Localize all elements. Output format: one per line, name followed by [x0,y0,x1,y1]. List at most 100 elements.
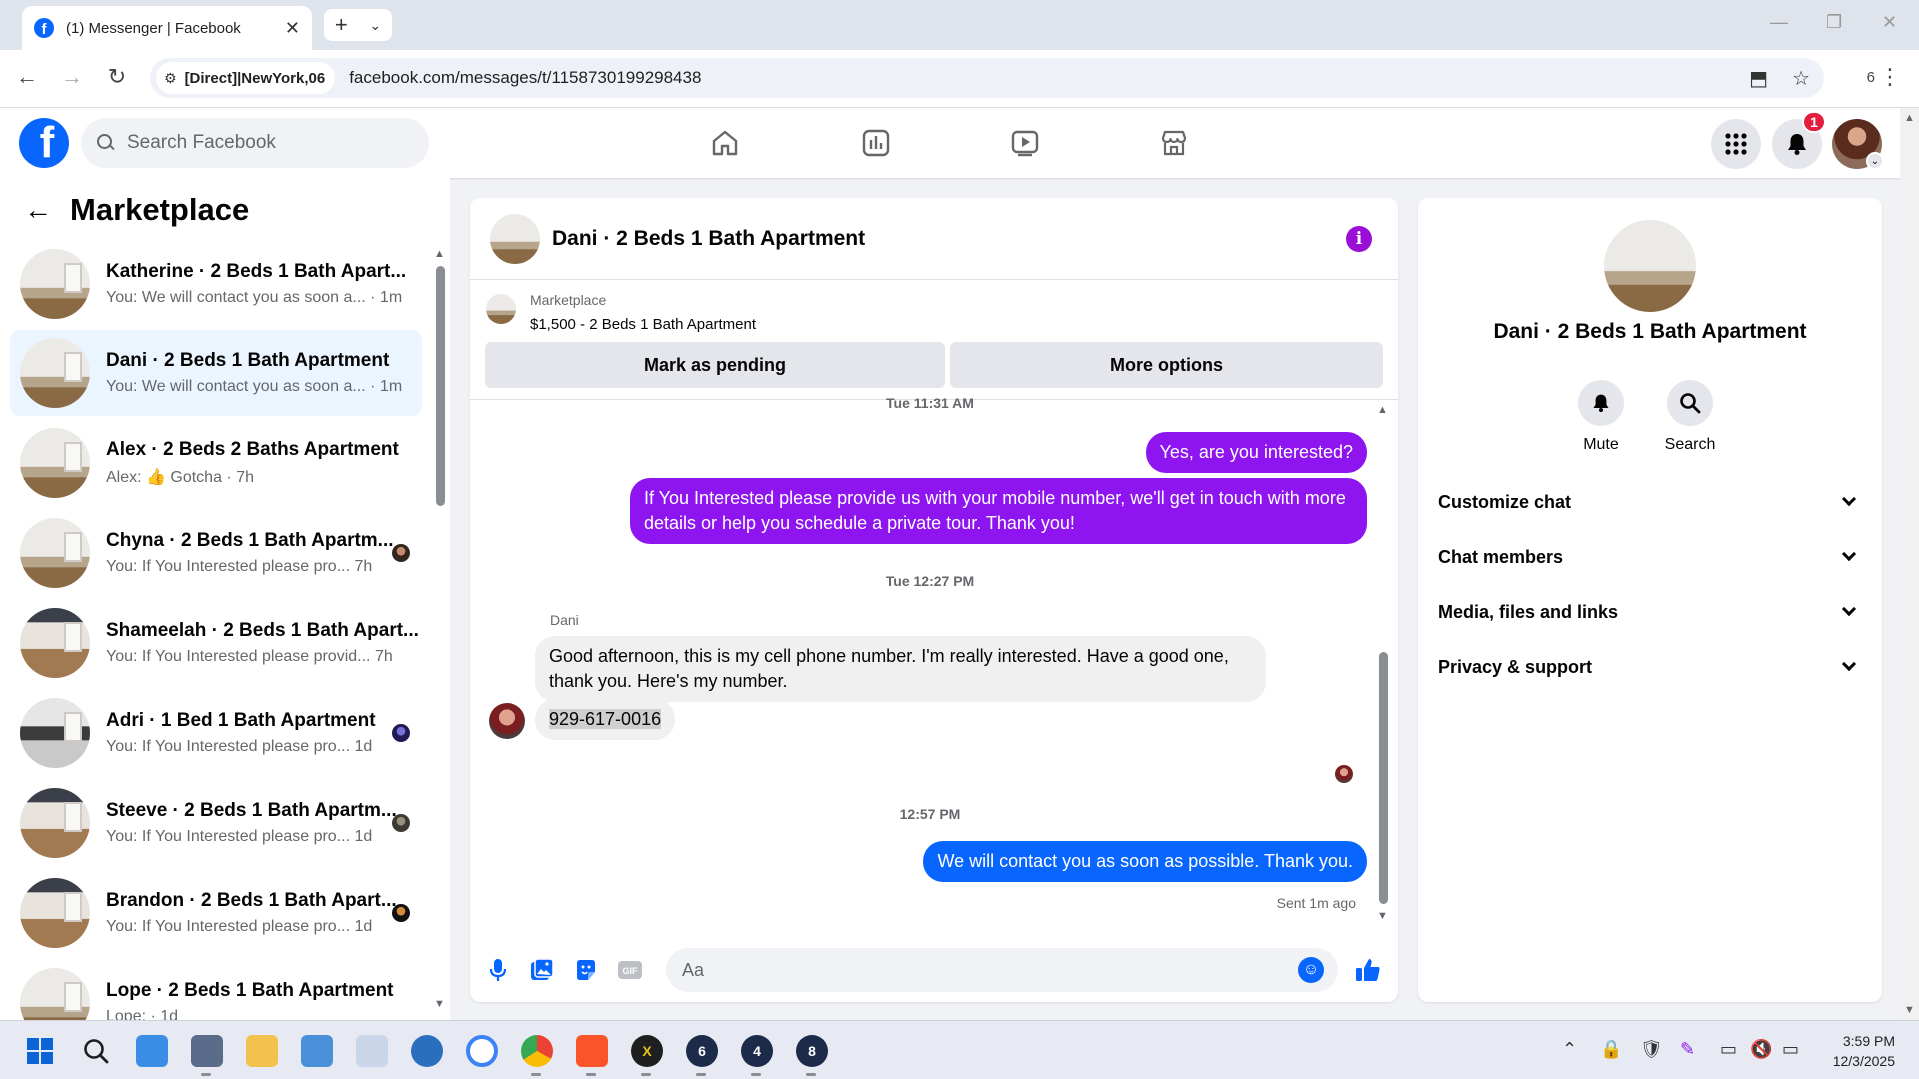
incoming-message[interactable]: Good afternoon, this is my cell phone nu… [535,636,1266,702]
incoming-message-phone[interactable]: 929-617-0016 [535,699,676,740]
app-monitor-icon[interactable] [136,1035,168,1067]
conversation-item[interactable]: Shameelah · 2 Beds 1 Bath Apart... You: … [10,600,422,686]
maximize-icon[interactable]: ❐ [1826,12,1842,33]
conversation-name: Alex · 2 Beds 2 Baths Apartment [106,439,399,460]
app-network-icon[interactable] [191,1035,223,1067]
chat-scrollbar[interactable]: ▲ ▼ [1377,404,1389,924]
tray-overflow-chevron-icon[interactable]: ⌃ [1562,1039,1577,1060]
system-clock[interactable]: 3:59 PM 12/3/2025 [1833,1031,1895,1071]
close-tab-icon[interactable]: ✕ [285,18,300,39]
scroll-up-arrow-icon[interactable]: ▲ [1904,112,1915,124]
chat-members-row[interactable]: Chat members [1438,537,1862,577]
scroll-down-arrow-icon[interactable]: ▼ [434,998,445,1010]
app-badge-icon-8[interactable]: 8 [796,1035,828,1067]
more-options-button[interactable]: More options [950,342,1383,388]
windows-start-icon[interactable] [24,1035,56,1067]
scroll-up-arrow-icon[interactable]: ▲ [434,248,445,260]
sticker-icon[interactable] [572,956,600,984]
new-tab-icon[interactable]: + [335,12,348,38]
site-info-chip[interactable]: ⚙ [Direct]|NewYork,06 [156,62,336,94]
media-files-links-row[interactable]: Media, files and links [1438,592,1862,632]
mute-action[interactable]: Mute [1561,380,1641,454]
conversation-item[interactable]: Adri · 1 Bed 1 Bath Apartment You: If Yo… [10,690,422,776]
info-icon[interactable]: i [1346,226,1372,252]
gif-icon[interactable]: GIF [616,956,644,984]
conversation-item[interactable]: Katherine · 2 Beds 1 Bath Apart... You: … [10,241,422,327]
brave-icon[interactable] [576,1035,608,1067]
file-explorer-icon[interactable] [246,1035,278,1067]
minimize-icon[interactable]: — [1770,12,1788,33]
photo-icon[interactable] [528,956,556,984]
search-action[interactable]: Search [1650,380,1730,454]
message-input[interactable]: Aa ☺ [666,948,1338,992]
page-scrollbar[interactable]: ▲ ▼ [1900,108,1919,1020]
menu-grid-icon[interactable] [1711,119,1761,169]
outgoing-message[interactable]: We will contact you as soon as possible.… [923,841,1367,882]
microphone-icon[interactable] [484,956,512,984]
outgoing-message[interactable]: Yes, are you interested? [1145,432,1367,473]
close-window-icon[interactable]: ✕ [1882,12,1897,33]
chat-title[interactable]: Dani · 2 Beds 1 Bath Apartment [552,227,865,251]
home-icon[interactable] [708,126,742,160]
listing-price-title[interactable]: $1,500 - 2 Beds 1 Bath Apartment [530,316,756,333]
conversation-item-active[interactable]: Dani · 2 Beds 1 Bath Apartment You: We w… [10,330,422,416]
emoji-icon[interactable]: ☺ [1298,957,1324,983]
running-indicator [696,1073,706,1076]
search-icon[interactable] [1667,380,1713,426]
conversation-item[interactable]: Lope · 2 Beds 1 Bath Apartment Lope: · 1… [10,960,422,1020]
chat-listing-thumbnail[interactable] [490,213,540,264]
forward-arrow-icon[interactable]: → [57,64,87,90]
phone-number-text[interactable]: 929-617-0016 [549,709,662,729]
conversation-item[interactable]: Chyna · 2 Beds 1 Bath Apartm... You: If … [10,510,422,596]
outgoing-message[interactable]: If You Interested please provide us with… [630,478,1367,544]
volume-muted-icon[interactable]: 🔇 [1750,1039,1772,1060]
tray-shield-icon[interactable]: 🛡 [1640,1039,1663,1060]
tray-pen-icon[interactable]: ✎ [1680,1039,1695,1060]
video-icon[interactable] [1008,126,1042,160]
scroll-up-arrow-icon[interactable]: ▲ [1377,404,1388,416]
url-text[interactable]: facebook.com/messages/t/1158730199298438 [349,68,701,88]
feeds-icon[interactable] [859,126,893,160]
extension-count[interactable]: 6 [1867,69,1875,86]
privacy-support-row[interactable]: Privacy & support [1438,647,1862,687]
bell-icon[interactable] [1578,380,1624,426]
like-thumbs-up-icon[interactable] [1354,956,1382,984]
marketplace-icon[interactable] [1157,126,1191,160]
scrollbar-thumb[interactable] [436,266,445,506]
app-badge-icon-6[interactable]: 6 [686,1035,718,1067]
reload-icon[interactable]: ↻ [102,64,132,90]
omnibox[interactable]: ⚙ [Direct]|NewYork,06 facebook.com/messa… [150,58,1824,98]
app-ix-icon[interactable]: X [631,1035,663,1067]
scrollbar-thumb[interactable] [1379,652,1388,904]
tray-lock-icon[interactable]: 🔒 [1600,1039,1622,1060]
bookmark-star-icon[interactable]: ☆ [1792,66,1810,91]
listing-large-thumbnail[interactable] [1604,220,1696,312]
chrome-icon[interactable] [521,1035,553,1067]
conversation-item[interactable]: Brandon · 2 Beds 1 Bath Apart... You: If… [10,870,422,956]
taskbar-search-icon[interactable] [80,1035,112,1067]
app-chrome-alt-icon[interactable] [466,1035,498,1067]
customize-chat-row[interactable]: Customize chat [1438,482,1862,522]
back-arrow-icon[interactable]: ← [12,64,42,90]
facebook-search-input[interactable]: Search Facebook [81,118,429,168]
sender-avatar[interactable] [489,703,525,739]
conversation-item[interactable]: Steeve · 2 Beds 1 Bath Apartm... You: If… [10,780,422,866]
tab-search-chevron-icon[interactable]: ⌄ [369,17,381,34]
tray-display-icon[interactable]: ▭ [1720,1039,1737,1060]
app-control-panel-icon[interactable] [301,1035,333,1067]
app-tools-icon[interactable] [356,1035,388,1067]
browser-tab[interactable]: f (1) Messenger | Facebook ✕ [22,6,312,50]
conversation-list-scrollbar[interactable]: ▲ ▼ [434,248,446,1016]
battery-icon[interactable]: ▭ [1782,1039,1799,1060]
scroll-down-arrow-icon[interactable]: ▼ [1904,1004,1915,1016]
browser-menu-icon[interactable]: ⋮ [1879,64,1901,90]
facebook-logo-icon[interactable]: f [19,118,69,168]
account-chevron-icon[interactable]: ⌄ [1866,152,1884,170]
install-app-icon[interactable]: ⬒ [1749,66,1768,91]
back-arrow-icon[interactable]: ← [24,194,52,226]
globe-icon[interactable] [411,1035,443,1067]
mark-as-pending-button[interactable]: Mark as pending [485,342,945,388]
app-badge-icon-4[interactable]: 4 [741,1035,773,1067]
scroll-down-arrow-icon[interactable]: ▼ [1377,910,1388,922]
conversation-item[interactable]: Alex · 2 Beds 2 Baths Apartment Alex: 👍 … [10,420,422,506]
